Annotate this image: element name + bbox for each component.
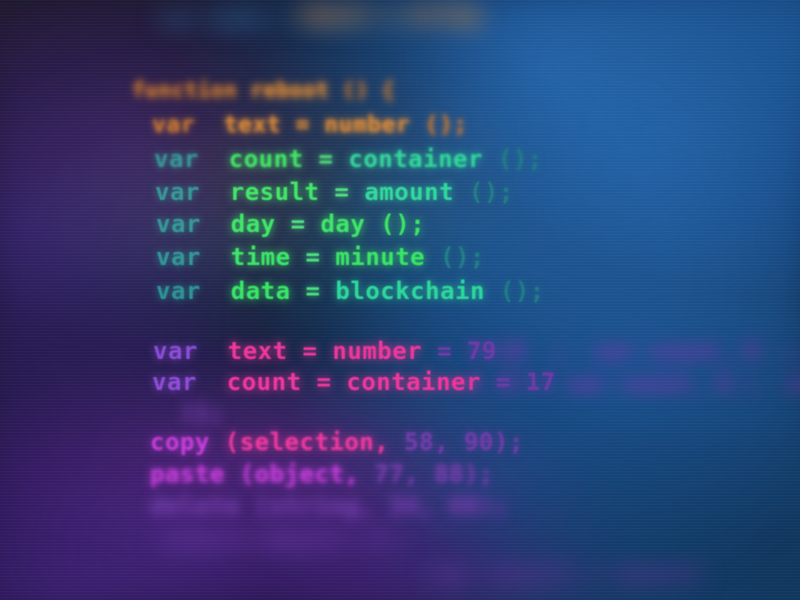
code-screen-photo: var index = value ();object = stringfunc…	[0, 0, 800, 600]
vignette-overlay	[0, 0, 800, 600]
